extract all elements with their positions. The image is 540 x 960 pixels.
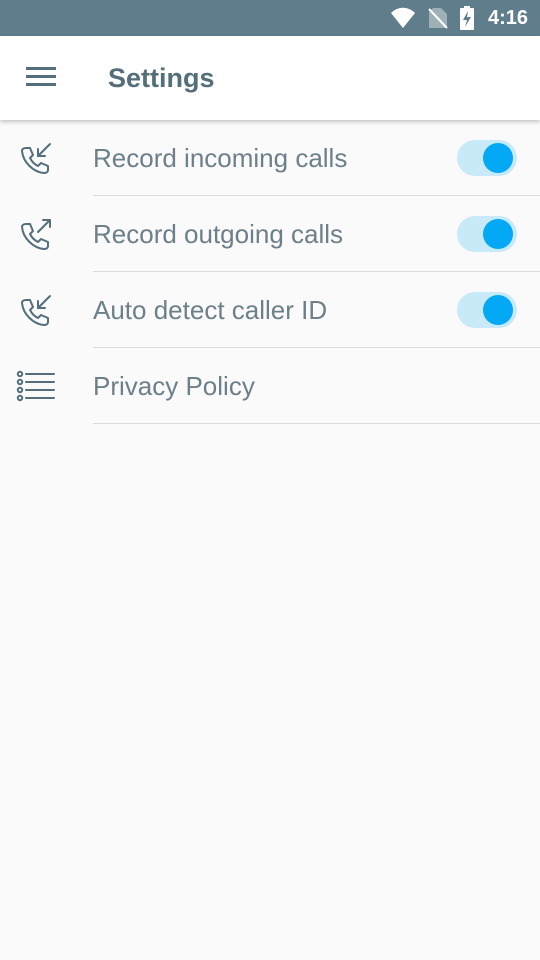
setting-record-incoming-calls[interactable]: Record incoming calls [0,120,540,196]
hamburger-menu-icon [26,65,56,92]
list-icon [16,367,56,407]
incoming-call-icon [16,291,56,331]
setting-label: Record outgoing calls [93,219,344,249]
incoming-call-icon [16,139,56,179]
status-icons: 4:16 [390,0,528,36]
status-bar: 4:16 [0,0,540,36]
settings-list: Record incoming calls Record outgoing ca… [0,120,540,424]
divider [93,423,540,424]
menu-button[interactable] [13,50,69,106]
toggle-thumb [483,143,513,173]
setting-label: Auto detect caller ID [93,295,328,325]
toggle-thumb [483,219,513,249]
setting-auto-detect-caller-id[interactable]: Auto detect caller ID [0,272,540,348]
outgoing-call-icon [16,215,56,255]
setting-privacy-policy[interactable]: Privacy Policy [0,348,540,424]
setting-record-outgoing-calls[interactable]: Record outgoing calls [0,196,540,272]
page-title: Settings [108,63,215,93]
wifi-icon [390,7,416,29]
status-time: 4:16 [487,6,528,29]
setting-label: Privacy Policy [93,371,255,401]
auto-detect-caller-id-toggle[interactable] [457,292,517,328]
app-bar: Settings [0,36,540,120]
toggle-thumb [483,295,513,325]
no-sim-icon [428,7,448,29]
battery-charging-icon [459,6,474,30]
setting-label: Record incoming calls [93,143,348,173]
record-incoming-calls-toggle[interactable] [457,140,517,176]
record-outgoing-calls-toggle[interactable] [457,216,517,252]
